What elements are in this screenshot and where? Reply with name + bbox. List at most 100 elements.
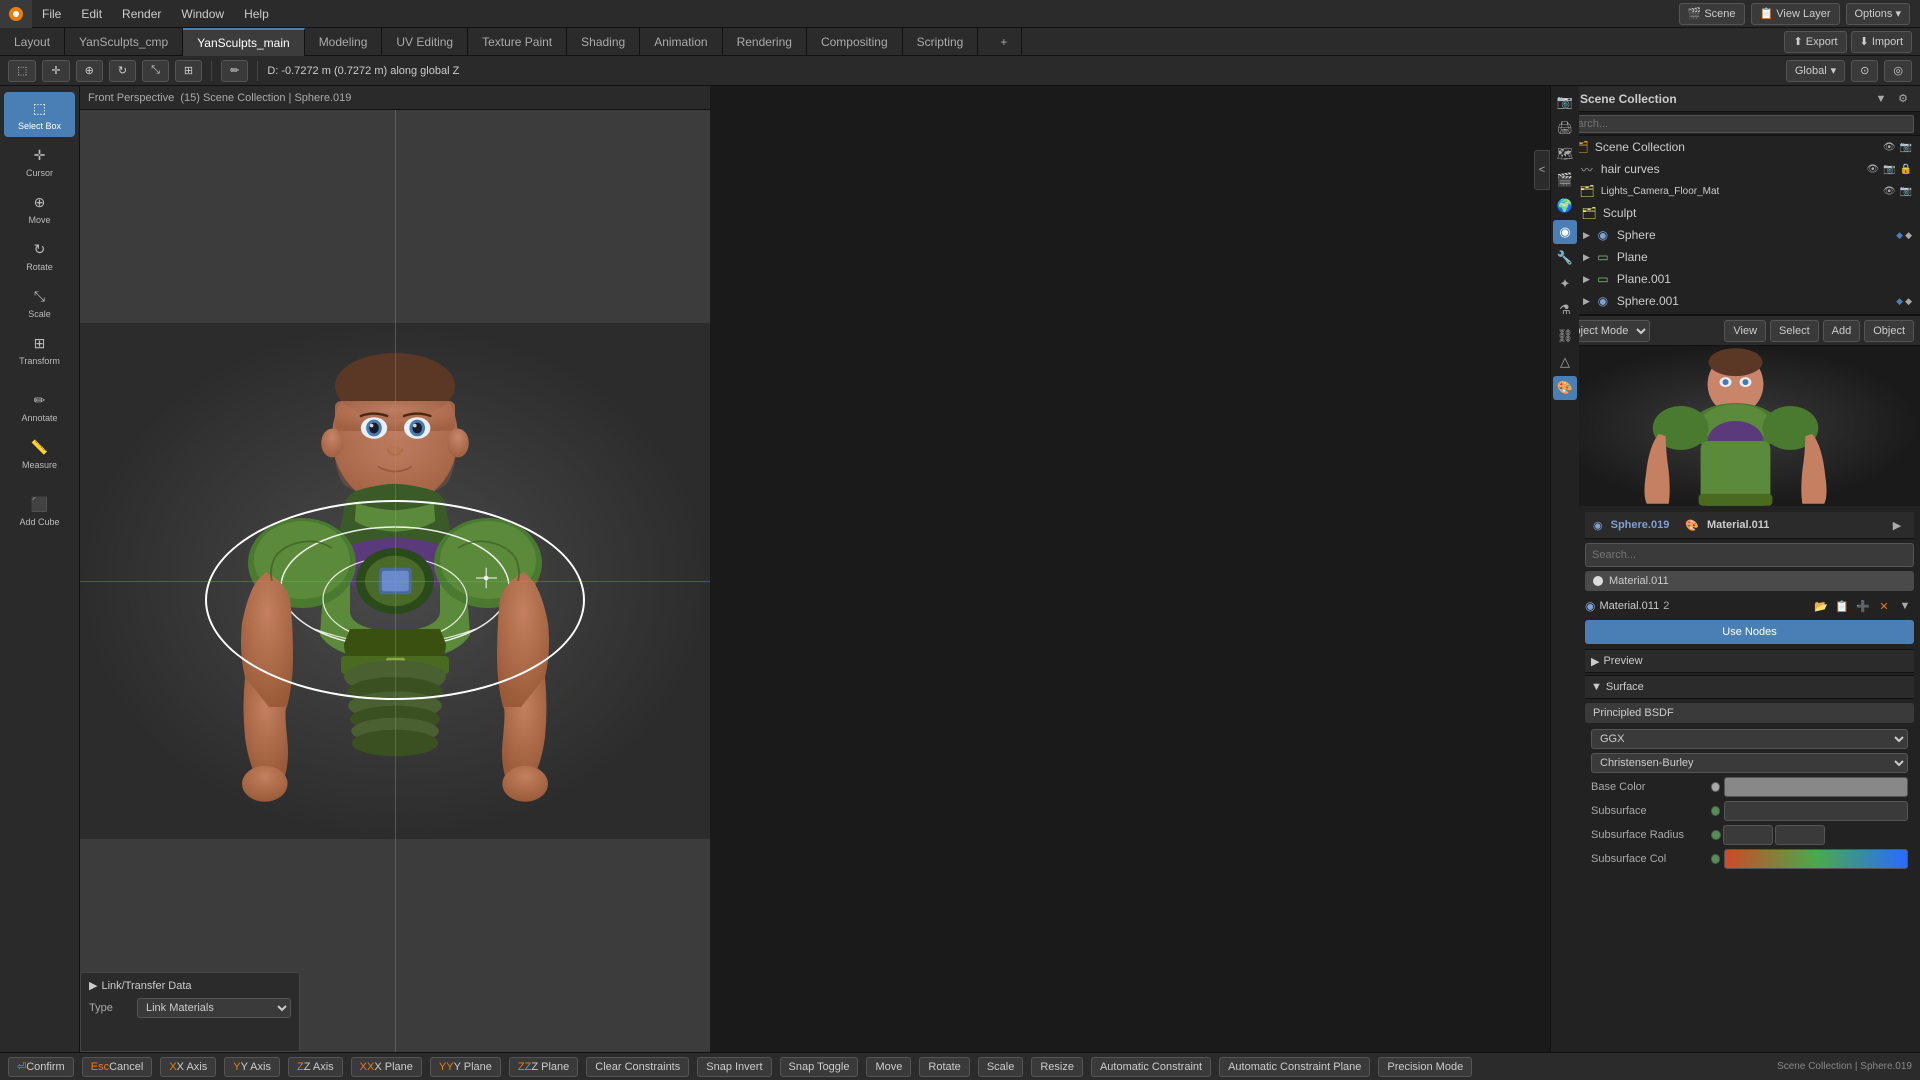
tab-scripting[interactable]: Scripting xyxy=(903,28,979,56)
menu-window[interactable]: Window xyxy=(171,0,234,28)
menu-file[interactable]: File xyxy=(32,0,71,28)
tool-move[interactable]: ⊕ Move xyxy=(4,186,75,231)
mat-delete-icon[interactable]: ✕ xyxy=(1875,597,1893,615)
tab-shading[interactable]: Shading xyxy=(567,28,640,56)
annotate-btn[interactable]: ✏ xyxy=(221,60,248,82)
scale-status-btn[interactable]: Scale xyxy=(978,1057,1024,1077)
n-panel-toggle[interactable]: < xyxy=(1534,150,1550,190)
outliner-settings-icon[interactable]: ⚙ xyxy=(1894,90,1912,108)
snap-btn[interactable]: ⊙ xyxy=(1851,60,1878,82)
cursor-btn[interactable]: ✛ xyxy=(42,60,69,82)
mat-browse-icon[interactable]: 📂 xyxy=(1812,597,1830,615)
material-slot[interactable]: Material.011 xyxy=(1585,571,1914,591)
vis-icon-hc: 👁 xyxy=(1866,164,1879,175)
tab-modeling[interactable]: Modeling xyxy=(305,28,383,56)
y-plane-btn[interactable]: YY Y Plane xyxy=(430,1057,501,1077)
tool-measure[interactable]: 📏 Measure xyxy=(4,431,75,476)
subsurface-method-select[interactable]: Christensen-Burley xyxy=(1591,753,1908,773)
outliner-item-plane[interactable]: ▶ ▭ Plane xyxy=(1551,246,1920,268)
outliner-item-hair-curves[interactable]: ▶ 〰 hair curves 👁 📷 🔒 xyxy=(1551,158,1920,180)
tab-uv-editing[interactable]: UV Editing xyxy=(382,28,468,56)
precision-mode-btn[interactable]: Precision Mode xyxy=(1378,1057,1472,1077)
rotate-status-btn[interactable]: Rotate xyxy=(919,1057,969,1077)
menu-render[interactable]: Render xyxy=(112,0,171,28)
surface-section-header[interactable]: ▼ Surface xyxy=(1585,675,1914,699)
subsurface-radius-g-input[interactable]: 0.200 xyxy=(1775,825,1825,845)
subsurface-col-input[interactable] xyxy=(1724,849,1908,869)
export-btn[interactable]: ⬆ Export xyxy=(1784,31,1846,53)
view-mode-btn[interactable]: View xyxy=(1724,320,1766,342)
tool-select-box[interactable]: ⬚ Select Box xyxy=(4,92,75,137)
proportional-edit-btn[interactable]: ◎ xyxy=(1884,60,1912,82)
cancel-btn[interactable]: Esc Cancel xyxy=(82,1057,153,1077)
preview-section-header[interactable]: ▶ Preview xyxy=(1585,649,1914,673)
tab-animation[interactable]: Animation xyxy=(640,28,722,56)
subsurface-radius-r-input[interactable]: 1.000 xyxy=(1723,825,1773,845)
tab-yan-cmp[interactable]: YanSculpts_cmp xyxy=(65,28,183,56)
move-status-btn[interactable]: Move xyxy=(866,1057,911,1077)
mat-filter-icon[interactable]: ▼ xyxy=(1896,597,1914,615)
outliner-item-lights-cam[interactable]: ▶ 🗂 Lights_Camera_Floor_Mat 👁 📷 xyxy=(1551,180,1920,202)
z-plane-btn[interactable]: ZZ Z Plane xyxy=(509,1057,578,1077)
viewport-3d[interactable]: 人人素材 RRCG 人人素材 RRCG 人人素材 xyxy=(80,110,710,1052)
outliner-item-sphere001[interactable]: ▶ ◉ Sphere.001 ◆ ◆ xyxy=(1551,290,1920,312)
tab-texture-paint[interactable]: Texture Paint xyxy=(468,28,567,56)
scale-btn[interactable]: ⤡ xyxy=(142,60,169,82)
auto-constraint-plane-btn[interactable]: Automatic Constraint Plane xyxy=(1219,1057,1370,1077)
mat-copy-icon[interactable]: 📋 xyxy=(1833,597,1851,615)
confirm-key: ⏎ xyxy=(17,1060,26,1073)
scene-selector[interactable]: 🎬 Scene xyxy=(1679,3,1745,25)
select-mode-btn[interactable]: Select xyxy=(1770,320,1819,342)
rotate-btn[interactable]: ↻ xyxy=(109,60,136,82)
add-mode-btn[interactable]: Add xyxy=(1823,320,1861,342)
resize-status-btn[interactable]: Resize xyxy=(1031,1057,1083,1077)
tool-annotate[interactable]: ✏ Annotate xyxy=(4,384,75,429)
outliner-item-sphere[interactable]: ▶ ◉ Sphere ◆ ◆ xyxy=(1551,224,1920,246)
x-plane-btn[interactable]: XX X Plane xyxy=(351,1057,422,1077)
subsurface-input[interactable]: 0.000 xyxy=(1724,801,1908,821)
link-type-select[interactable]: Link Materials xyxy=(137,998,291,1018)
move-btn[interactable]: ⊕ xyxy=(76,60,103,82)
clear-constraints-btn[interactable]: Clear Constraints xyxy=(586,1057,689,1077)
outliner-item-scene-collection[interactable]: ▼ 🗂 Scene Collection 👁 📷 xyxy=(1551,136,1920,158)
menu-edit[interactable]: Edit xyxy=(71,0,112,28)
x-axis-btn[interactable]: X X Axis xyxy=(160,1057,216,1077)
select-box-btn[interactable]: ⬚ xyxy=(8,60,36,82)
tab-rendering[interactable]: Rendering xyxy=(723,28,807,56)
subsurface-radius-dot xyxy=(1711,830,1721,840)
object-mode-btn[interactable]: Object xyxy=(1864,320,1914,342)
auto-constraint-btn[interactable]: Automatic Constraint xyxy=(1091,1057,1211,1077)
tool-add-cube[interactable]: ⬛ Add Cube xyxy=(4,488,75,533)
tool-cursor[interactable]: ✛ Cursor xyxy=(4,139,75,184)
y-axis-btn[interactable]: Y Y Axis xyxy=(224,1057,280,1077)
use-nodes-button[interactable]: Use Nodes xyxy=(1585,620,1914,644)
tool-rotate[interactable]: ↻ Rotate xyxy=(4,233,75,278)
import-btn[interactable]: ⬇ Import xyxy=(1851,31,1912,53)
mat-new-icon[interactable]: ➕ xyxy=(1854,597,1872,615)
z-axis-btn[interactable]: Z Z Axis xyxy=(288,1057,343,1077)
base-color-input[interactable] xyxy=(1724,777,1908,797)
mat-nav-icon[interactable]: ▶ xyxy=(1888,516,1906,534)
snap-invert-btn[interactable]: Snap Invert xyxy=(697,1057,771,1077)
confirm-btn[interactable]: ⏎ Confirm xyxy=(8,1057,74,1077)
add-workspace-btn[interactable]: + xyxy=(986,28,1022,56)
tool-transform[interactable]: ⊞ Transform xyxy=(4,327,75,372)
tab-compositing[interactable]: Compositing xyxy=(807,28,903,56)
menu-help[interactable]: Help xyxy=(234,0,279,28)
tab-yan-main[interactable]: YanSculpts_main xyxy=(183,28,305,56)
outliner-item-sculpt[interactable]: ▼ 🗂 Sculpt xyxy=(1551,202,1920,224)
blender-logo-menu[interactable] xyxy=(0,0,32,28)
options-btn[interactable]: Options ▾ xyxy=(1846,3,1911,25)
tool-scale[interactable]: ⤡ Scale xyxy=(4,280,75,325)
outliner-search-input[interactable] xyxy=(1557,115,1914,133)
transform-btn[interactable]: ⊞ xyxy=(175,60,202,82)
outliner-filter-icon[interactable]: ▼ xyxy=(1872,90,1890,108)
material-search-input[interactable] xyxy=(1585,543,1914,567)
render-icon-sc: 📷 xyxy=(1900,142,1912,153)
distribution-select[interactable]: GGX xyxy=(1591,729,1908,749)
tab-layout[interactable]: Layout xyxy=(0,28,65,56)
snap-toggle-btn[interactable]: Snap Toggle xyxy=(780,1057,859,1077)
outliner-item-plane-001[interactable]: ▶ ▭ Plane.001 xyxy=(1551,268,1920,290)
global-transform-btn[interactable]: Global ▾ xyxy=(1786,60,1845,82)
view-layer-selector[interactable]: 📋 View Layer xyxy=(1751,3,1840,25)
